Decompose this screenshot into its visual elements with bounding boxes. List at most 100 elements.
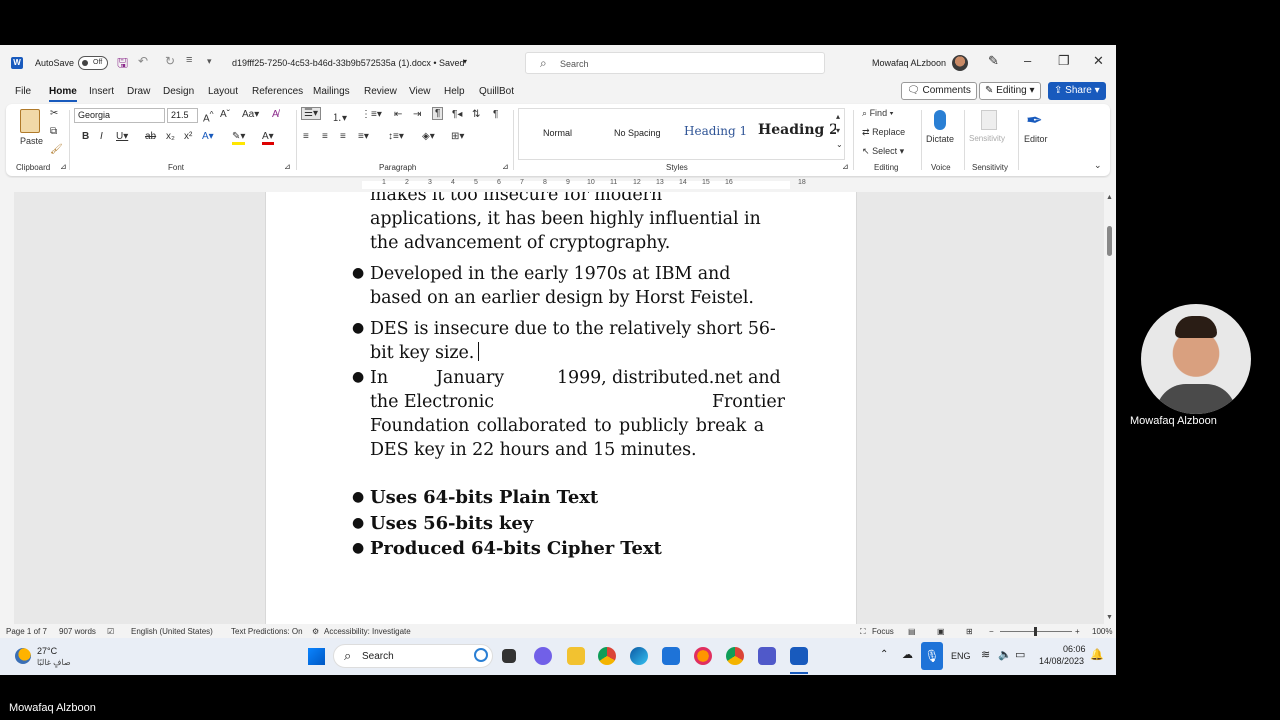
customize-icon[interactable]: ≡ — [186, 54, 192, 66]
redo-icon[interactable]: ↻ — [165, 54, 175, 68]
focus-button[interactable]: Focus — [872, 627, 894, 636]
tab-design[interactable]: Design — [163, 86, 194, 97]
battery-icon[interactable]: ▭ — [1015, 648, 1025, 661]
font-size-select[interactable]: 21.5 — [167, 108, 198, 123]
weather-desc[interactable]: صافٍ غالبًا — [37, 658, 71, 667]
file-explorer-icon[interactable] — [567, 647, 585, 665]
language-indicator[interactable]: English (United States) — [131, 627, 213, 636]
wifi-icon[interactable]: ≋ — [981, 648, 990, 661]
line-spacing-icon[interactable]: ↕≡▾ — [388, 131, 404, 142]
horizontal-ruler[interactable]: 1 2 3 4 5 6 7 8 9 10 11 12 13 14 15 16 1… — [0, 178, 1116, 192]
tab-references[interactable]: References — [252, 86, 303, 97]
print-layout-icon[interactable]: ▣ — [937, 627, 945, 636]
clock-time[interactable]: 06:06 — [1063, 644, 1086, 654]
clear-formatting-icon[interactable]: A̸ — [272, 109, 279, 120]
clock-date[interactable]: 14/08/2023 — [1039, 656, 1084, 666]
user-avatar[interactable] — [952, 55, 968, 71]
show-marks-icon[interactable]: ¶ — [493, 109, 498, 120]
bold-icon[interactable]: B — [82, 131, 89, 142]
vertical-ruler[interactable] — [0, 192, 14, 624]
align-right-icon[interactable]: ≡ — [340, 131, 346, 142]
rtl-icon[interactable]: ¶◂ — [452, 109, 462, 120]
tab-home[interactable]: Home — [49, 86, 77, 102]
edge-icon[interactable] — [630, 647, 648, 665]
decrease-indent-icon[interactable]: ⇤ — [394, 109, 402, 120]
zoom-slider[interactable] — [1000, 627, 1072, 636]
paragraph-launcher-icon[interactable]: ⊿ — [502, 162, 509, 171]
dictate-button[interactable]: Dictate — [926, 134, 954, 144]
save-icon[interactable]: 🖫 — [117, 54, 128, 76]
scroll-up-icon[interactable]: ▲ — [1106, 194, 1113, 201]
style-heading-2[interactable]: Heading 2 — [758, 122, 836, 138]
zoom-level[interactable]: 100% — [1092, 627, 1112, 636]
subscript-icon[interactable]: x₂ — [166, 131, 175, 142]
firefox-icon[interactable] — [694, 647, 712, 665]
tray-chevron-icon[interactable]: ⌃ — [880, 649, 888, 660]
chrome-icon-2[interactable] — [726, 647, 744, 665]
font-name-select[interactable]: Georgia — [74, 108, 165, 123]
start-icon[interactable] — [308, 648, 325, 665]
vertical-scrollbar[interactable]: ▲ ▼ — [1104, 192, 1116, 624]
font-launcher-icon[interactable]: ⊿ — [284, 162, 291, 171]
read-mode-icon[interactable]: ▤ — [908, 627, 916, 636]
ltr-icon[interactable]: ¶ — [432, 107, 444, 120]
share-button[interactable]: ⇪ Share ▾ — [1048, 82, 1106, 100]
align-center-icon[interactable]: ≡ — [322, 131, 328, 142]
style-no-spacing[interactable]: No Spacing — [614, 128, 661, 138]
weather-icon[interactable] — [15, 648, 31, 664]
autosave-toggle[interactable]: Off — [78, 56, 108, 70]
select-button[interactable]: ↖ Select ▾ — [862, 146, 904, 157]
minimize-icon[interactable]: – — [1024, 53, 1031, 68]
increase-indent-icon[interactable]: ⇥ — [413, 109, 421, 120]
task-view-icon[interactable] — [502, 649, 516, 663]
volume-icon[interactable]: 🔈 — [998, 648, 1012, 661]
multilevel-list-icon[interactable]: ⋮≡▾ — [361, 109, 382, 120]
grow-font-icon[interactable]: A^ — [203, 109, 214, 124]
copy-icon[interactable]: ⧉ — [50, 126, 57, 137]
bullets-icon[interactable]: ☰▾ — [301, 107, 321, 120]
tab-quillbot[interactable]: QuillBot — [479, 86, 514, 97]
tab-file[interactable]: File — [15, 86, 31, 97]
comments-button[interactable]: 🗨 Comments — [901, 82, 977, 100]
strikethrough-icon[interactable]: ab — [145, 131, 156, 142]
language-tray[interactable]: ENG — [951, 651, 971, 661]
scroll-down-icon[interactable]: ▼ — [1106, 614, 1113, 621]
text-predictions[interactable]: Text Predictions: On — [231, 627, 303, 636]
web-layout-icon[interactable]: ⊞ — [966, 627, 973, 636]
mic-tray-icon[interactable]: 🎙 — [921, 642, 943, 670]
search-input[interactable]: ⌕ Search — [525, 52, 825, 74]
sort-icon[interactable]: ⇅ — [472, 109, 480, 120]
format-painter-icon[interactable]: 🖌 — [50, 144, 63, 155]
editor-icon[interactable]: ✒ — [1026, 108, 1043, 133]
undo-icon[interactable]: ↶ — [138, 54, 148, 68]
accessibility-status[interactable]: Accessibility: Investigate — [324, 627, 411, 636]
weather-temp[interactable]: 27°C — [37, 646, 57, 656]
styles-launcher-icon[interactable]: ⊿ — [842, 162, 849, 171]
find-button[interactable]: ⌕ Find ▾ — [862, 108, 893, 119]
microphone-icon[interactable] — [934, 110, 946, 130]
paste-button[interactable]: Paste — [20, 136, 43, 146]
editor-button[interactable]: Editor — [1024, 134, 1048, 144]
underline-icon[interactable]: U▾ — [116, 131, 128, 142]
change-case-icon[interactable]: Aa▾ — [242, 109, 259, 120]
style-normal[interactable]: Normal — [543, 128, 572, 138]
styles-scroll-down-icon[interactable]: ▾ — [836, 126, 840, 135]
store-icon[interactable] — [662, 647, 680, 665]
clipboard-launcher-icon[interactable]: ⊿ — [60, 162, 67, 171]
tab-mailings[interactable]: Mailings — [313, 86, 350, 97]
cut-icon[interactable]: ✂ — [50, 108, 58, 119]
ribbon-collapse-icon[interactable]: ⌄ — [1094, 160, 1102, 171]
replace-button[interactable]: ⇄ Replace — [862, 127, 905, 138]
zoom-in-icon[interactable]: + — [1075, 627, 1080, 636]
restore-icon[interactable]: ❐ — [1058, 53, 1070, 69]
paste-icon[interactable] — [20, 109, 40, 133]
align-left-icon[interactable]: ≡ — [303, 131, 309, 142]
shading-icon[interactable]: ◈▾ — [422, 131, 435, 142]
chrome-icon[interactable] — [598, 647, 616, 665]
styles-more-icon[interactable]: ⌄ — [836, 140, 843, 149]
proofing-icon[interactable]: ☑ — [107, 627, 114, 636]
editing-mode-button[interactable]: ✎ Editing ▾ — [979, 82, 1041, 100]
onedrive-icon[interactable]: ☁ — [902, 648, 913, 661]
style-heading-1[interactable]: Heading 1 — [684, 124, 747, 138]
borders-icon[interactable]: ⊞▾ — [451, 131, 464, 142]
